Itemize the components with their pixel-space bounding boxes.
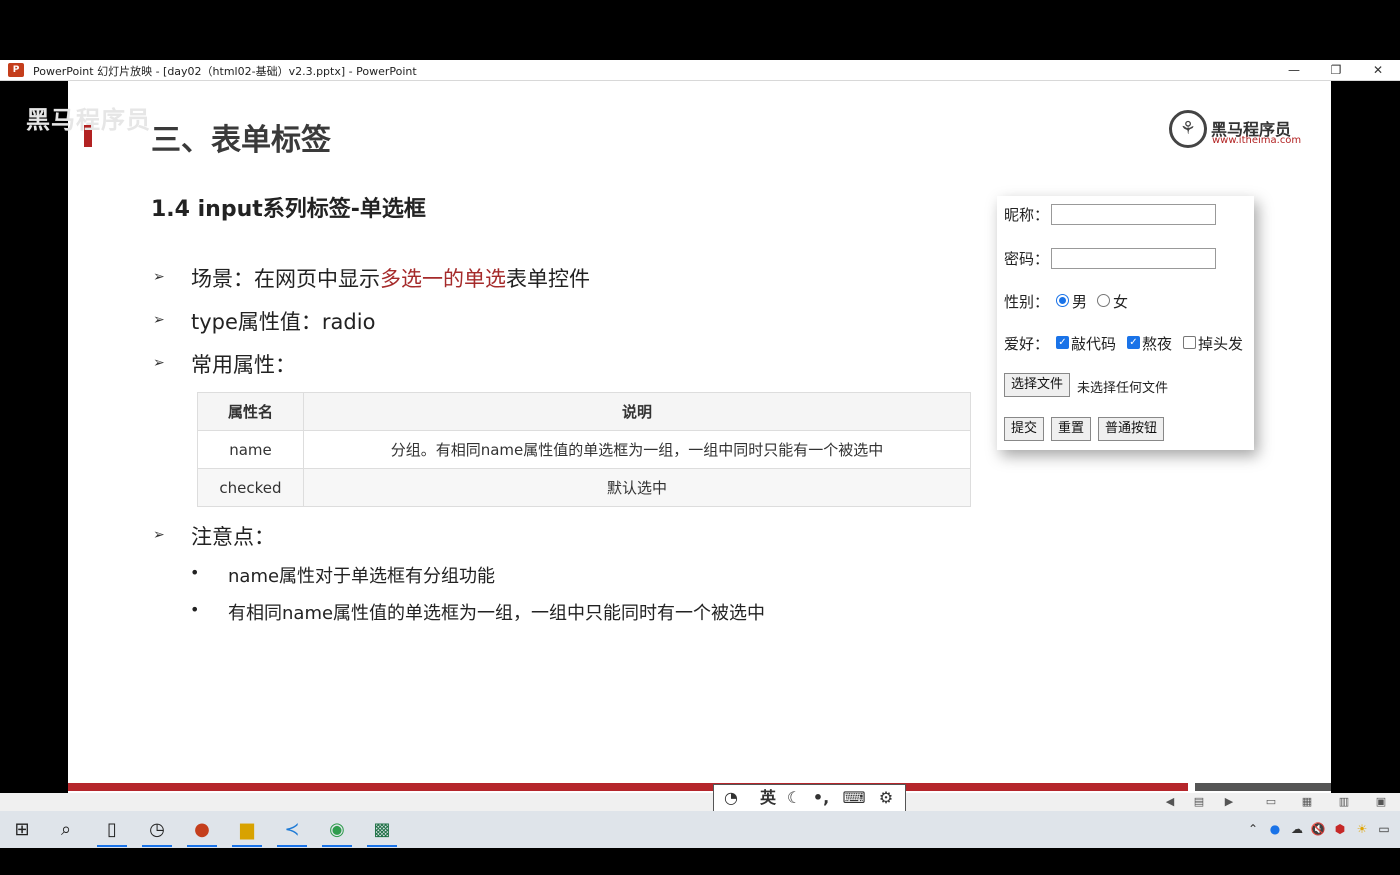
file-explorer-icon[interactable]: ▆	[228, 815, 266, 847]
minimize-button[interactable]: —	[1272, 60, 1316, 81]
choose-file-button[interactable]: 选择文件	[1004, 373, 1071, 397]
windows-taskbar: ⊞ ⌕ ▯ ◷ ● ▆ ≺ ◉ ▩ ⌃ ● ☁ 🔇 ⬢ ☀ ▭	[0, 811, 1400, 848]
bullet-scenario-prefix: 场景：在网页中显示	[191, 267, 380, 291]
reset-button[interactable]: 重置	[1051, 417, 1092, 441]
moon-icon[interactable]: ☾	[782, 788, 806, 808]
radio-female[interactable]	[1097, 294, 1110, 307]
video-watermark: 黑马程序员	[26, 106, 151, 134]
radio-male-label: 男	[1072, 293, 1088, 311]
nickname-input[interactable]	[1051, 204, 1216, 225]
table-header: 属性名	[197, 392, 304, 431]
ime-toolbar: ◔ 英 ☾ •, ⌨ ⚙	[713, 784, 906, 812]
table-row: name 分组。有相同name属性值的单选框为一组，一组中同时只能有一个被选中	[197, 430, 971, 469]
slide-heading: 三、表单标签	[151, 123, 331, 158]
chevron-up-icon[interactable]: ⌃	[1245, 821, 1261, 837]
checkbox-hair-loss-label: 掉头发	[1198, 335, 1244, 353]
note-item: 有相同name属性值的单选框为一组，一组中只能同时有一个被选中	[228, 603, 766, 624]
table-row: checked 默认选中	[197, 468, 971, 507]
nickname-label: 昵称：	[1004, 206, 1050, 224]
slide-canvas: 三、表单标签 ⚘ 黑马程序员 www.itheima.com 1.4 input…	[68, 81, 1331, 793]
checkbox-coding-label: 敲代码	[1071, 335, 1117, 353]
bullet-scenario: 场景：在网页中显示多选一的单选表单控件	[191, 263, 590, 293]
checkbox-hair-loss[interactable]	[1183, 336, 1196, 349]
gear-icon[interactable]: ⚙	[874, 788, 898, 808]
dot-bullet-icon: •	[190, 563, 200, 582]
ime-mode-toggle[interactable]: 英	[756, 788, 780, 808]
password-label: 密码：	[1004, 250, 1050, 268]
gender-label: 性别：	[1004, 293, 1050, 311]
cloud-icon[interactable]: ☁	[1289, 821, 1305, 837]
notes-title: 注意点：	[191, 525, 275, 549]
dot-bullet-icon: •	[190, 600, 200, 619]
restore-button[interactable]: ❐	[1314, 60, 1358, 81]
chrome-icon[interactable]: ◉	[318, 815, 356, 847]
powerpoint-icon[interactable]: ●	[183, 815, 221, 847]
itheima-logo-icon: ⚘	[1169, 110, 1207, 148]
table-cell: checked	[197, 468, 304, 507]
next-slide-icon[interactable]: ▶	[1221, 795, 1237, 809]
weather-icon[interactable]: ☀	[1354, 821, 1370, 837]
vscode-icon[interactable]: ≺	[273, 815, 311, 847]
slide-sorter-icon[interactable]: ▦	[1299, 795, 1315, 809]
table-cell: name	[197, 430, 304, 469]
arrow-bullet-icon: ➢	[153, 527, 165, 543]
form-demo-panel: 昵称： 密码： 性别： 男 女 爱好： ✓ 敲代码 ✓ 熬夜 掉头发 选择文件 …	[997, 196, 1254, 450]
normal-view-icon[interactable]: ▭	[1263, 795, 1279, 809]
slide-footer-gray-bar	[1195, 783, 1331, 791]
table-header: 说明	[303, 392, 971, 431]
hobby-label: 爱好：	[1004, 335, 1050, 353]
close-button[interactable]: ✕	[1356, 60, 1400, 81]
file-status: 未选择任何文件	[1077, 381, 1169, 396]
checkbox-late-night-label: 熬夜	[1142, 335, 1173, 353]
checkbox-coding[interactable]: ✓	[1056, 336, 1069, 349]
excel-icon[interactable]: ▩	[363, 815, 401, 847]
bullet-type: type属性值：radio	[191, 310, 376, 334]
normal-button[interactable]: 普通按钮	[1098, 417, 1165, 441]
slideshow-status-bar: ◀ ▤ ▶ ▭ ▦ ▥ ▣	[0, 793, 1400, 811]
powerpoint-icon: P	[8, 63, 24, 77]
volume-muted-icon[interactable]: 🔇	[1310, 821, 1326, 837]
attributes-table: 属性名 说明 name 分组。有相同name属性值的单选框为一组，一组中同时只能…	[197, 392, 971, 507]
windows-start-icon[interactable]: ⊞	[3, 815, 41, 845]
password-input[interactable]	[1051, 248, 1216, 269]
tray-app-icon[interactable]: ●	[1267, 821, 1283, 837]
file-icon[interactable]: ▯	[93, 815, 131, 847]
search-icon[interactable]: ⌕	[47, 815, 85, 845]
bullet-scenario-highlight: 多选一的单选	[380, 267, 506, 291]
notes-icon[interactable]: ▤	[1191, 795, 1207, 809]
table-cell: 默认选中	[303, 468, 971, 507]
window-titlebar: P PowerPoint 幻灯片放映 - [day02（html02-基础）v2…	[0, 60, 1400, 81]
ime-logo-icon[interactable]: ◔	[719, 788, 743, 808]
table-cell: 分组。有相同name属性值的单选框为一组，一组中同时只能有一个被选中	[303, 430, 971, 469]
checkbox-late-night[interactable]: ✓	[1127, 336, 1140, 349]
logo-url: www.itheima.com	[1212, 135, 1302, 146]
clock-app-icon[interactable]: ◷	[138, 815, 176, 847]
bullet-common-attrs: 常用属性：	[191, 353, 296, 377]
security-icon[interactable]: ⬢	[1332, 821, 1348, 837]
punctuation-icon[interactable]: •,	[809, 788, 833, 808]
slide-subheading: 1.4 input系列标签-单选框	[151, 197, 426, 222]
notifications-icon[interactable]: ▭	[1376, 821, 1392, 837]
arrow-bullet-icon: ➢	[153, 269, 165, 285]
submit-button[interactable]: 提交	[1004, 417, 1045, 441]
window-title: PowerPoint 幻灯片放映 - [day02（html02-基础）v2.3…	[33, 65, 417, 78]
reading-view-icon[interactable]: ▥	[1336, 795, 1352, 809]
radio-male[interactable]	[1056, 294, 1069, 307]
slideshow-view-icon[interactable]: ▣	[1373, 795, 1389, 809]
arrow-bullet-icon: ➢	[153, 355, 165, 371]
slide-footer-red-bar	[68, 783, 1188, 791]
table-header-row: 属性名 说明	[197, 392, 971, 431]
bullet-scenario-suffix: 表单控件	[506, 267, 590, 291]
radio-female-label: 女	[1113, 293, 1129, 311]
previous-slide-icon[interactable]: ◀	[1162, 795, 1178, 809]
keyboard-icon[interactable]: ⌨	[842, 788, 866, 808]
arrow-bullet-icon: ➢	[153, 312, 165, 328]
note-item: name属性对于单选框有分组功能	[228, 566, 496, 587]
